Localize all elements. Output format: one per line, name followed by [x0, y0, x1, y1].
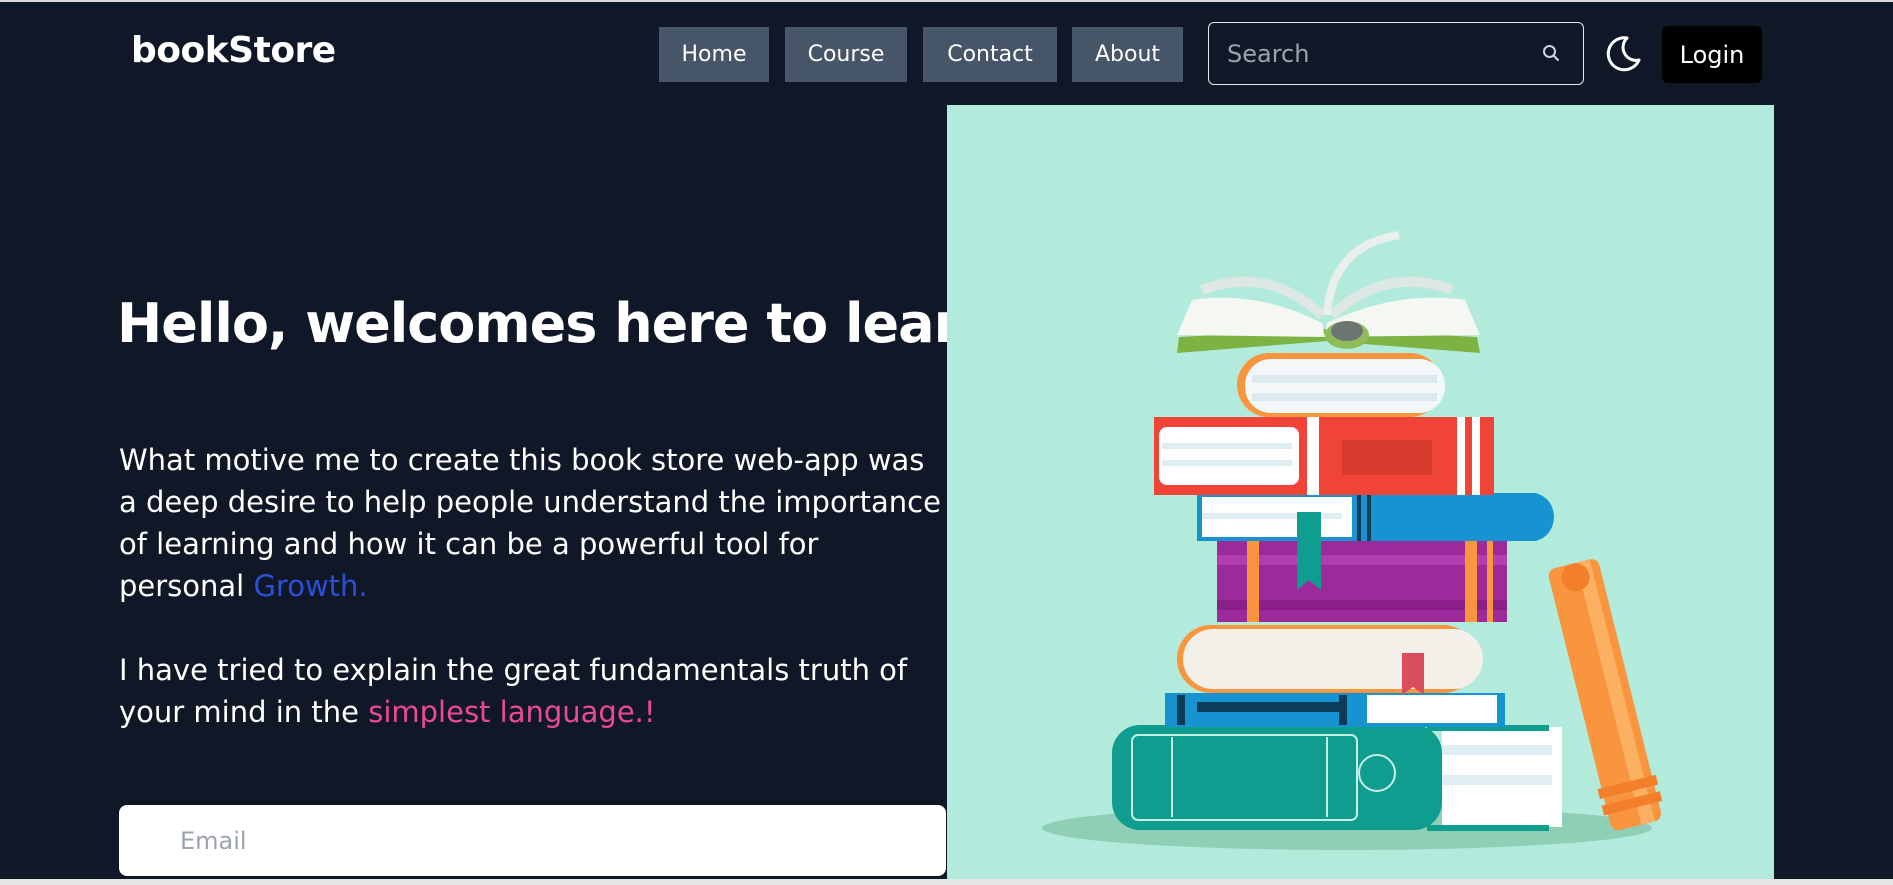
hero-highlight-simplest-language: simplest language.!: [368, 695, 656, 729]
hero-paragraph-2: I have tried to explain the great fundam…: [119, 649, 949, 733]
nav-home-button[interactable]: Home: [659, 27, 769, 82]
email-box: [119, 805, 946, 876]
login-button[interactable]: Login: [1662, 26, 1762, 83]
hero-title: Hello, welcomes here to learn something …: [117, 292, 947, 355]
illustration-panel: [947, 105, 1774, 881]
hero-paragraph-1: What motive me to create this book store…: [119, 439, 949, 607]
moon-icon[interactable]: [1603, 34, 1643, 74]
brand-logo[interactable]: bookStore: [131, 30, 336, 71]
email-input[interactable]: [119, 825, 882, 856]
nav-course-button[interactable]: Course: [785, 27, 907, 82]
search-icon[interactable]: [1541, 43, 1561, 63]
search-input[interactable]: [1209, 38, 1529, 69]
hero-paragraph-1-text: What motive me to create this book store…: [119, 443, 941, 603]
stack-of-books-illustration: [1042, 231, 1663, 850]
hero-highlight-growth: Growth.: [253, 569, 368, 603]
search-box: [1208, 22, 1584, 85]
page-bottom-edge: [0, 879, 1893, 885]
nav-about-button[interactable]: About: [1072, 27, 1183, 82]
nav-contact-button[interactable]: Contact: [923, 27, 1057, 82]
page: bookStore Home Course Contact About Logi…: [0, 0, 1893, 885]
